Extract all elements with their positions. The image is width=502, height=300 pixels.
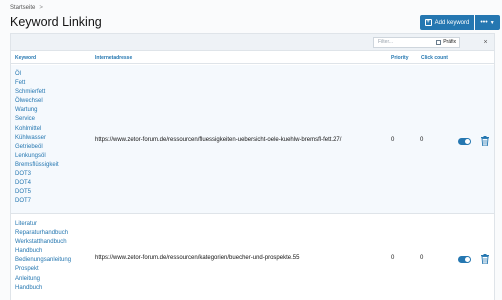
prefix-label: Präfix <box>443 39 456 45</box>
keyword-link[interactable]: DOT5 <box>15 188 59 197</box>
prefix-checkbox[interactable] <box>436 40 442 45</box>
row-url: https://www.zetor-forum.de/ressourcen/fl… <box>95 137 342 143</box>
table-row[interactable]: Literatur Reparaturhandbuch Werkstatthan… <box>11 215 494 300</box>
row-click-count: 0 <box>420 137 424 143</box>
trash-icon[interactable] <box>481 136 489 146</box>
more-menu-label: ••• <box>480 19 488 26</box>
breadcrumb: Startseite > <box>10 5 43 11</box>
keyword-link[interactable]: Handbuch <box>15 284 71 293</box>
clear-filter-button[interactable]: × <box>480 37 491 48</box>
keyword-link[interactable]: DOT7 <box>15 197 59 206</box>
header-priority: Priority <box>391 55 409 61</box>
keyword-link[interactable]: Öl <box>15 70 59 79</box>
breadcrumb-separator: > <box>39 5 43 11</box>
keyword-link[interactable]: DOT4 <box>15 179 59 188</box>
filter-input[interactable]: Filter... Präfix <box>373 37 460 48</box>
row-url: https://www.zetor-forum.de/ressourcen/ka… <box>95 255 300 261</box>
keyword-link[interactable]: Schmierfett <box>15 88 59 97</box>
keyword-list: Öl Fett Schmierfett Ölwechsel Wartung Se… <box>15 70 59 206</box>
keyword-link[interactable]: Werkstatthandbuch <box>15 238 71 247</box>
keyword-link[interactable]: Bremsflüssigkeit <box>15 161 59 170</box>
keyword-link[interactable]: Kühlwasser <box>15 134 59 143</box>
keyword-link[interactable]: Service <box>15 115 59 124</box>
keyword-link[interactable]: Literatur <box>15 220 71 229</box>
header-keyword: Keyword <box>15 55 37 61</box>
plus-icon: + <box>424 19 432 26</box>
row-click-count: 0 <box>420 255 424 261</box>
more-menu-button[interactable]: ••• ▼ <box>475 15 500 30</box>
keyword-link[interactable]: Handbuch <box>15 247 71 256</box>
keyword-link[interactable]: Fett <box>15 79 59 88</box>
add-keyword-label: Add keyword <box>434 19 470 26</box>
keyword-link[interactable]: Wartung <box>15 106 59 115</box>
keyword-list-panel: Filter... Präfix × Keyword Internetadres… <box>10 33 495 300</box>
keyword-link[interactable]: DOT3 <box>15 170 59 179</box>
keyword-link[interactable]: Reparaturhandbuch <box>15 229 71 238</box>
filter-bar: Filter... Präfix × <box>11 34 494 51</box>
row-priority: 0 <box>391 137 395 143</box>
table-header: Keyword Internetadresse Priority Click c… <box>11 52 494 64</box>
keyword-list: Literatur Reparaturhandbuch Werkstatthan… <box>15 220 71 293</box>
prefix-option[interactable]: Präfix <box>436 38 456 47</box>
keyword-link[interactable]: Lenkungsöl <box>15 152 59 161</box>
header-actions: + Add keyword ••• ▼ <box>420 15 500 30</box>
keyword-link[interactable]: Anleitung <box>15 275 71 284</box>
filter-placeholder: Filter... <box>378 39 394 45</box>
trash-icon[interactable] <box>481 254 489 264</box>
keyword-link[interactable]: Bedienungsanleitung <box>15 256 71 265</box>
row-priority: 0 <box>391 255 395 261</box>
enabled-toggle[interactable] <box>458 256 471 263</box>
keyword-link[interactable]: Kohlmittel <box>15 125 59 134</box>
breadcrumb-home-link[interactable]: Startseite <box>10 5 35 11</box>
table-row[interactable]: Öl Fett Schmierfett Ölwechsel Wartung Se… <box>11 65 494 214</box>
keyword-link[interactable]: Getriebeöl <box>15 143 59 152</box>
keyword-link[interactable]: Prospekt <box>15 265 71 274</box>
header-click-count: Click count <box>421 55 448 61</box>
add-keyword-button[interactable]: + Add keyword <box>420 15 474 30</box>
enabled-toggle[interactable] <box>458 138 471 145</box>
header-url: Internetadresse <box>95 55 133 61</box>
page-title: Keyword Linking <box>10 15 102 29</box>
keyword-link[interactable]: Ölwechsel <box>15 97 59 106</box>
chevron-down-icon: ▼ <box>489 19 495 26</box>
